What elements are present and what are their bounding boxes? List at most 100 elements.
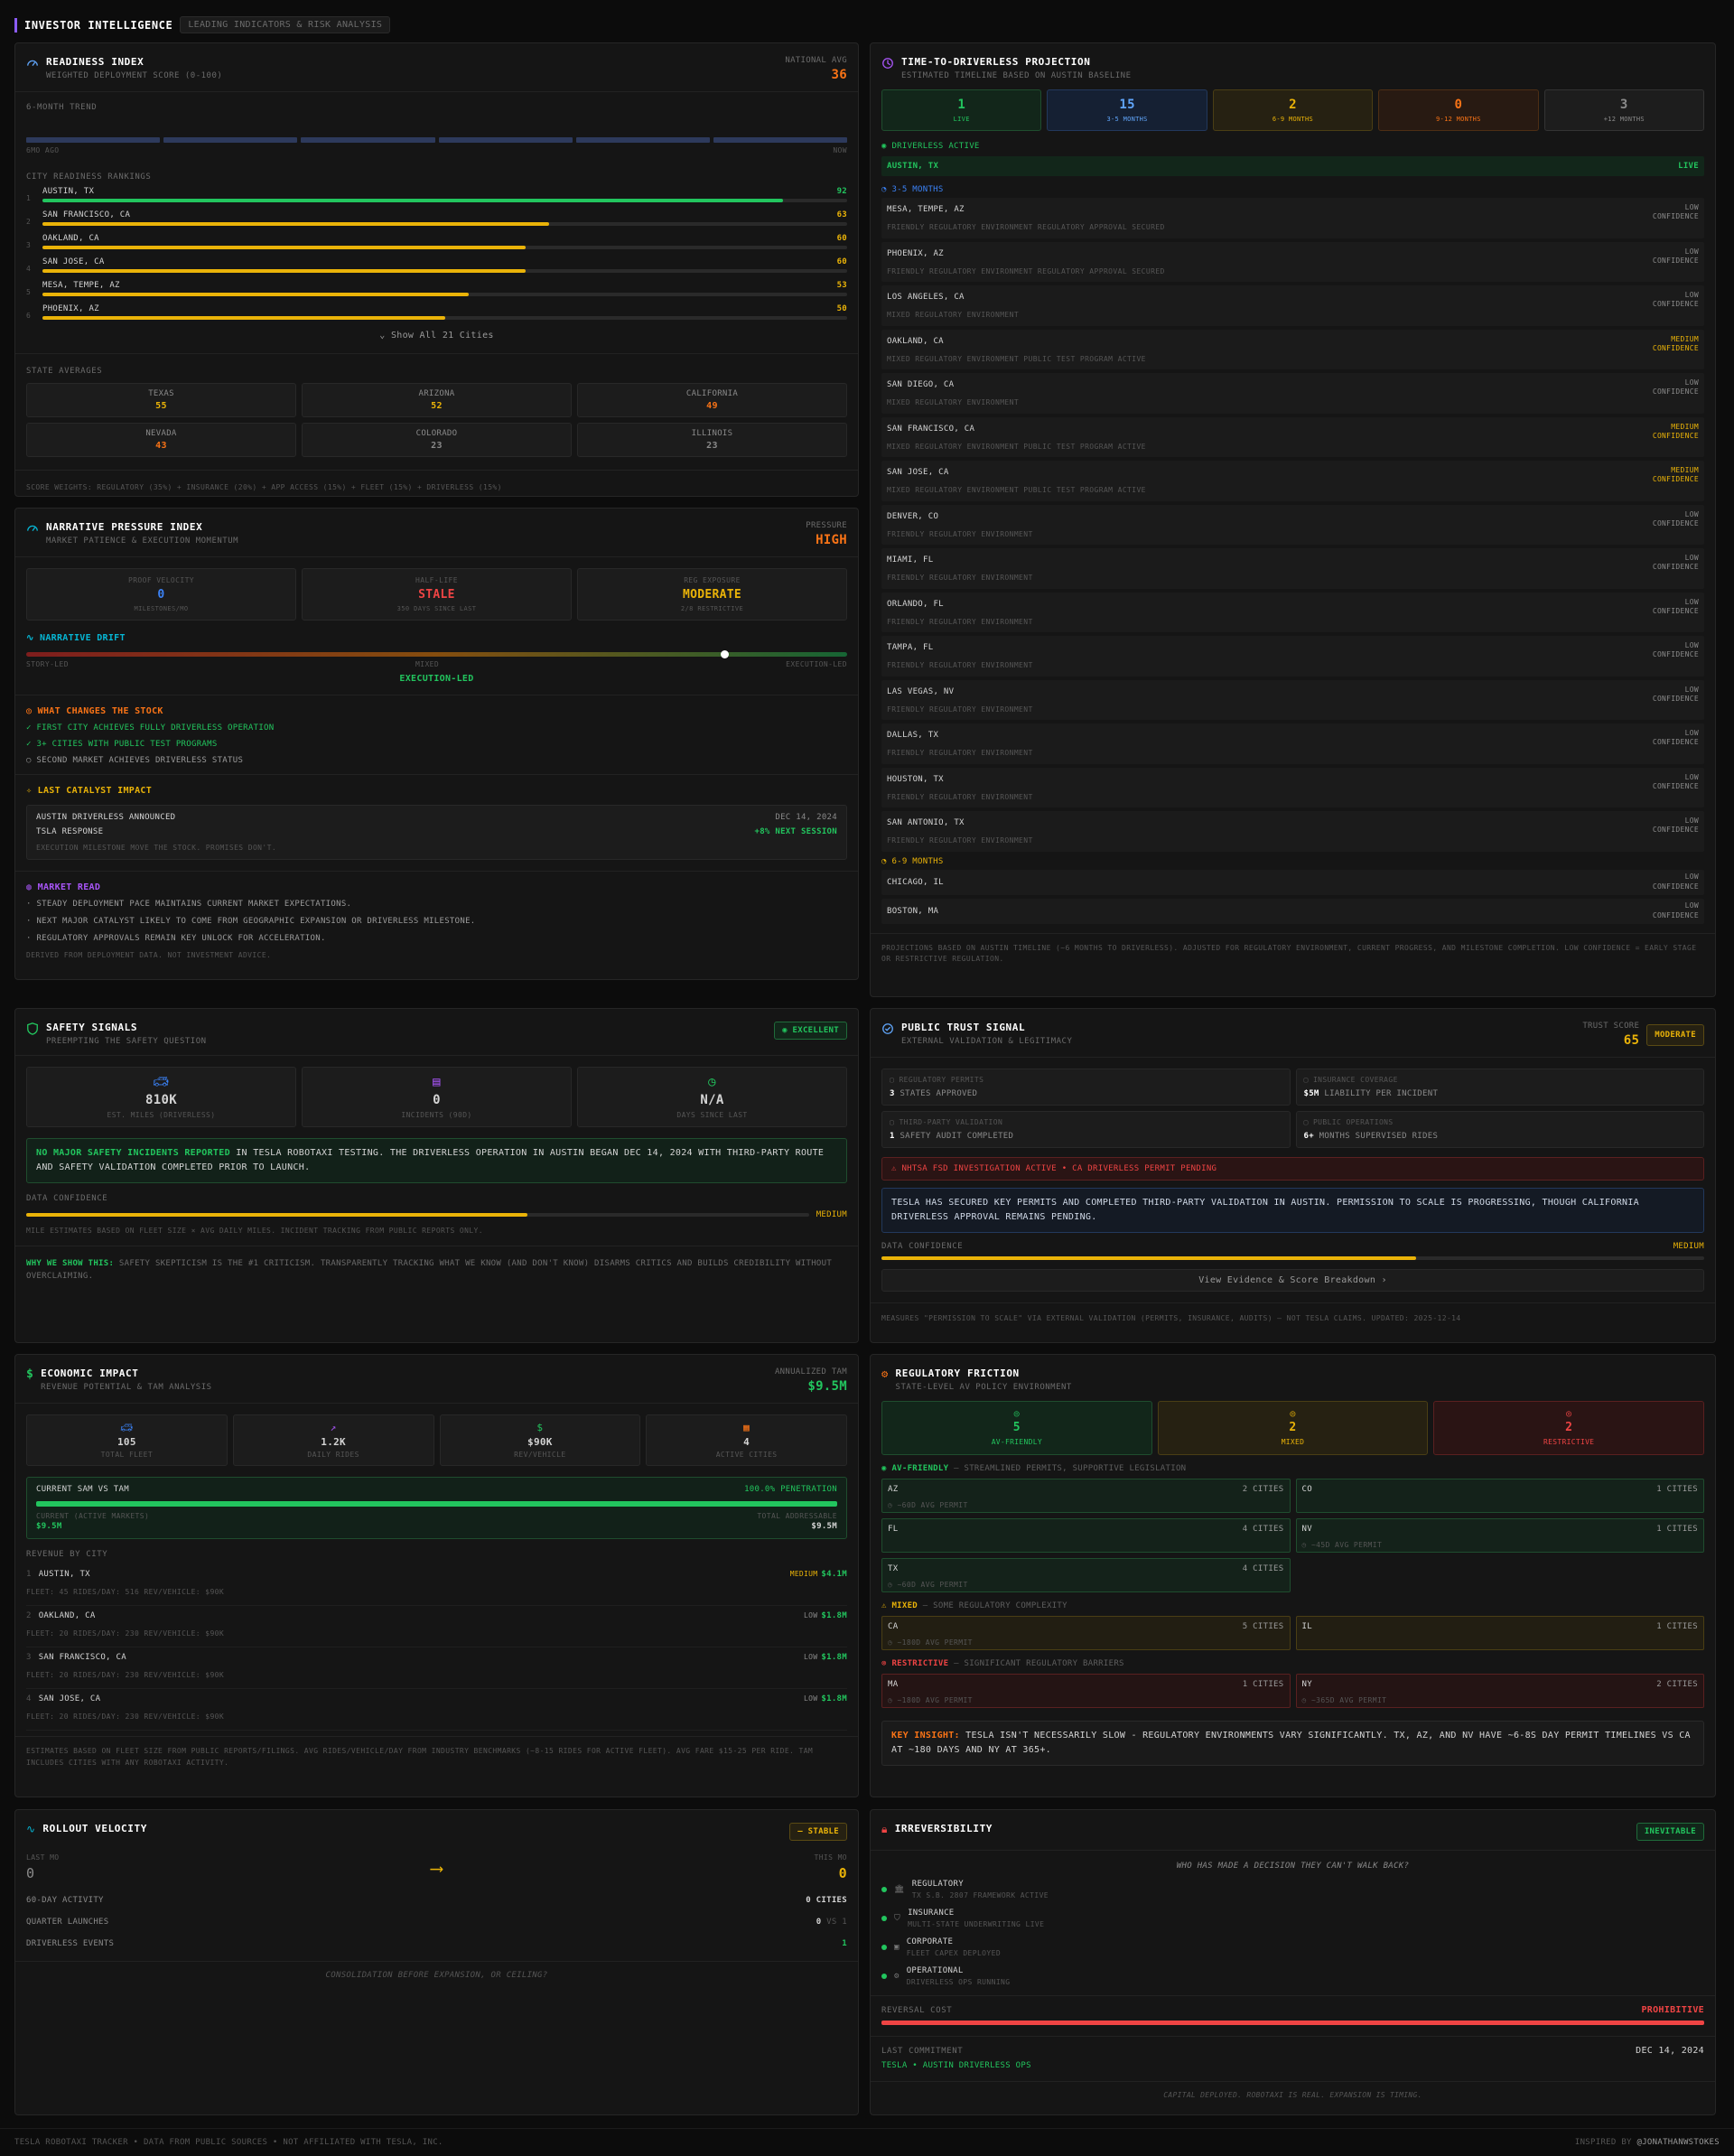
trust-title: PUBLIC TRUST SIGNAL <box>901 1022 1026 1033</box>
bucket-value: 2 <box>1289 98 1297 112</box>
gear-icon: ⚙ <box>894 1972 900 1981</box>
trust-item-label: REGULATORY PERMITS <box>899 1076 984 1084</box>
live-city: AUSTIN, TX <box>887 162 939 171</box>
timeline-bucket[interactable]: 1 LIVE <box>881 89 1042 131</box>
rollout-rows: 60-DAY ACTIVITY 0 CITIES QUARTER LAUNCHES 0… <box>26 1896 847 1948</box>
state-permit-time: ~60D AVG PERMIT <box>897 1501 968 1509</box>
trust-item: ▢ REGULATORY PERMITS 3 STATES APPROVED <box>881 1069 1291 1106</box>
commitment-list: 🏛︎ REGULATORY TX S.B. 2807 FRAMEWORK ACTIV… <box>881 1880 1704 1986</box>
economic-stat-card: ↗ 1.2K DAILY RIDES <box>232 1414 434 1466</box>
state-policy-card[interactable]: TX 4 CITIES ◷ ~60D AVG PERMIT <box>881 1558 1291 1592</box>
conf-1: LOW <box>1653 901 1699 910</box>
projection-note: FRIENDLY REGULATORY ENVIRONMENT <box>887 529 1033 538</box>
clock-icon: ◷ <box>1301 1541 1311 1549</box>
confidence-wrap: LOW CONFIDENCE <box>1653 729 1699 748</box>
view-evidence-button[interactable]: View Evidence & Score Breakdown › <box>881 1269 1704 1292</box>
projection-city: DALLAS, TX <box>887 731 939 740</box>
confidence-word: CONFIDENCE <box>1652 910 1699 919</box>
revenue-amount: $1.8M <box>821 1653 847 1662</box>
restrictive-label: ⊗ RESTRICTIVE — SIGNIFICANT REGULATORY B… <box>881 1659 1704 1668</box>
rollout-row: DRIVERLESS EVENTS 1 <box>26 1939 847 1948</box>
revenue-confidence: MEDIUM <box>789 1570 818 1578</box>
projection-city-row: LOS ANGELES, CA MIXED REGULATORY ENVIRONM… <box>881 285 1704 326</box>
market-read-label-text: MARKET READ <box>37 882 101 892</box>
irreversibility-panel: 🔒︎ IRREVERSIBILITY INEVITABLE WHO HAS MA… <box>870 1809 1716 2115</box>
regulatory-summary-card: ◎ 2 MIXED <box>1157 1401 1429 1455</box>
change-item: ✓ FIRST CITY ACHIEVES FULLY DRIVERLESS O… <box>26 723 847 733</box>
city-name: PHOENIX, AZ <box>42 304 99 313</box>
rankings-list: 1 AUSTIN, TX 92 2 SAN FRANCISCO, CA 63 3 OAKLAN… <box>26 187 847 320</box>
state-cities: 1 CITIES <box>1656 1622 1698 1631</box>
city-note-wrap: MIXED REGULATORY ENVIRONMENT PUBLIC TEST… <box>887 355 1146 363</box>
conf-1: LOW <box>1653 291 1699 300</box>
timeline-bucket[interactable]: 2 6-9 MONTHS <box>1212 89 1374 131</box>
city-name-wrap: LOS ANGELES, CA <box>887 293 1019 302</box>
revenue-city-wrap: 3 SAN FRANCISCO, CA <box>26 1653 126 1662</box>
city-note-wrap: FRIENDLY REGULATORY ENVIRONMENT <box>887 705 1033 714</box>
state-note-wrap: ◷ ~180D AVG PERMIT <box>888 1696 1284 1704</box>
safety-stat-card: ◷ N/A DAYS SINCE LAST <box>577 1067 847 1127</box>
safety-note-highlight: NO MAJOR SAFETY INCIDENTS REPORTED <box>36 1148 230 1158</box>
footer-text: TESLA ROBOTAXI TRACKER • DATA FROM PUBLI… <box>14 2138 443 2147</box>
state-value: 23 <box>706 441 718 451</box>
economic-stat-label: DAILY RIDES <box>307 1451 359 1459</box>
rollout-footer: CONSOLIDATION BEFORE EXPANSION, OR CEILI… <box>325 1971 548 1980</box>
drift-value: EXECUTION-LED <box>399 674 474 684</box>
city-note-wrap: FRIENDLY REGULATORY ENVIRONMENT <box>887 793 1033 801</box>
timeline-bucket[interactable]: 15 3-5 MONTHS <box>1047 89 1207 131</box>
state-value-wrap: 49 <box>578 401 846 411</box>
national-avg-value: 36 <box>831 68 847 82</box>
revenue-city-wrap: 4 SAN JOSE, CA <box>26 1694 100 1703</box>
state-policy-card[interactable]: MA 1 CITIES ◷ ~180D AVG PERMIT <box>881 1674 1291 1708</box>
state-policy-card[interactable]: AZ 2 CITIES ◷ ~60D AVG PERMIT <box>881 1479 1291 1513</box>
state-policy-card[interactable]: IL 1 CITIES <box>1295 1616 1704 1650</box>
footer-handle-link[interactable]: @JONATHANWSTOKES <box>1637 2138 1720 2147</box>
stat-label-wrap: ACTIVE CITIES <box>647 1451 846 1459</box>
timeline-bucket[interactable]: 0 9-12 MONTHS <box>1378 89 1539 131</box>
state-policy-card[interactable]: CO 1 CITIES <box>1295 1479 1704 1513</box>
projection-city: SAN JOSE, CA <box>887 468 949 477</box>
economic-title: ECONOMIC IMPACT <box>41 1367 139 1379</box>
confidence-level: LOW <box>1684 901 1699 910</box>
metric-value-wrap: STALE <box>303 588 571 602</box>
score-bar <box>42 246 526 249</box>
catalyst-label: ✧ LAST CATALYST IMPACT <box>26 786 847 796</box>
safety-stat-card: ▤ 0 INCIDENTS (90D) <box>302 1067 572 1127</box>
confidence-wrap: LOW CONFIDENCE <box>1653 291 1699 310</box>
timeline-bucket[interactable]: 3 +12 MONTHS <box>1543 89 1704 131</box>
change-item: ✓ 3+ CITIES WITH PUBLIC TEST PROGRAMS <box>26 740 847 749</box>
rank-head: SAN JOSE, CA 60 <box>42 257 847 266</box>
bucket-label: 9-12 MONTHS <box>1436 116 1481 123</box>
state-policy-card[interactable]: CA 5 CITIES ◷ ~180D AVG PERMIT <box>881 1616 1291 1650</box>
catalyst-box: AUSTIN DRIVERLESS ANNOUNCED DEC 14, 2024 … <box>26 805 847 860</box>
catalyst-date: DEC 14, 2024 <box>775 813 837 822</box>
friendly-label-text: AV-FRIENDLY <box>891 1464 949 1473</box>
revenue-detail-wrap: FLEET: 45 RIDES/DAY: 516 REV/VEHICLE: $9… <box>26 1588 847 1596</box>
city-score: 63 <box>836 210 847 219</box>
stat-label-wrap: INCIDENTS (90D) <box>303 1111 571 1119</box>
projection-city: SAN ANTONIO, TX <box>887 818 965 827</box>
stat-label-wrap: DAILY RIDES <box>234 1451 434 1459</box>
gauge-icon <box>27 525 38 532</box>
trust-item-label-wrap: ▢ INSURANCE COVERAGE <box>1304 1076 1697 1084</box>
rollout-right: 0 CITIES <box>806 1896 847 1905</box>
state-code: TX <box>888 1564 899 1573</box>
bucket-value: 3 <box>1619 98 1628 112</box>
show-all-cities-button[interactable]: ⌄ Show All 21 Cities <box>26 331 847 341</box>
confidence-word: CONFIDENCE <box>1652 300 1699 309</box>
projection-city-info: MIAMI, FL FRIENDLY REGULATORY ENVIRONMENT <box>887 554 1033 582</box>
rollout-right: 1 <box>842 1939 847 1948</box>
projection-city: TAMPA, FL <box>887 643 934 652</box>
state-policy-card[interactable]: NV 1 CITIES ◷ ~45D AVG PERMIT <box>1295 1518 1704 1553</box>
commitment-sub-wrap: FLEET CAPEX DEPLOYED <box>907 1949 1001 1957</box>
change-mark: ✓ <box>26 723 32 733</box>
trust-footer: MEASURES "PERMISSION TO SCALE" VIA EXTER… <box>881 1314 1461 1322</box>
state-policy-card[interactable]: FL 4 CITIES <box>881 1518 1291 1553</box>
conf-2: CONFIDENCE <box>1653 911 1699 920</box>
conf-2: CONFIDENCE <box>1653 387 1699 397</box>
state-policy-card[interactable]: NY 2 CITIES ◷ ~365D AVG PERMIT <box>1295 1674 1704 1708</box>
rank-number: 5 <box>26 288 32 296</box>
trust-item-number: 3 <box>890 1089 895 1098</box>
projection-city-info: SAN FRANCISCO, CA MIXED REGULATORY ENVIRO… <box>887 423 1146 451</box>
confidence-word: CONFIDENCE <box>1652 606 1699 615</box>
